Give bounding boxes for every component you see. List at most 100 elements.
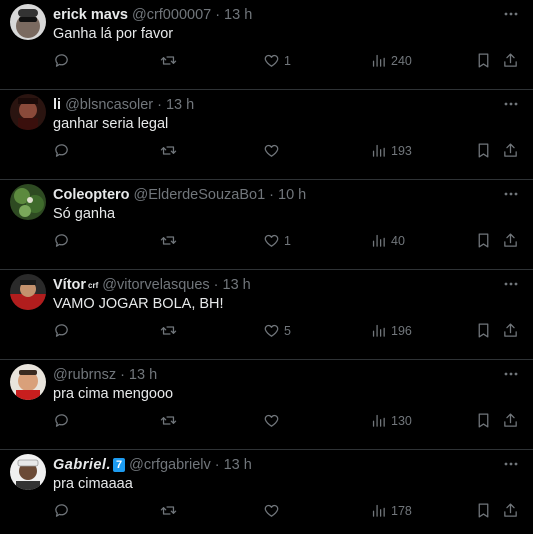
timestamp[interactable]: 13 h [224, 457, 252, 473]
retweet-button[interactable] [160, 502, 177, 519]
bookmark-icon [478, 413, 489, 428]
timestamp[interactable]: 13 h [223, 277, 251, 293]
like-button[interactable]: 5 [263, 322, 291, 339]
display-name[interactable]: erick mavs [53, 7, 128, 23]
timestamp[interactable]: 13 h [166, 97, 194, 113]
share-button[interactable] [502, 502, 519, 519]
views-button[interactable]: 40 [370, 232, 405, 249]
user-handle[interactable]: @rubrnsz [53, 367, 116, 383]
bookmark-button[interactable] [475, 142, 492, 159]
avatar[interactable] [10, 274, 46, 310]
retweet-button[interactable] [160, 412, 177, 429]
retweet-icon [160, 506, 177, 515]
views-button[interactable]: 196 [370, 322, 412, 339]
reply-icon [55, 504, 68, 517]
bookmark-button[interactable] [475, 232, 492, 249]
display-name[interactable]: Coleoptero [53, 187, 130, 203]
share-icon [504, 323, 517, 337]
heart-icon [264, 54, 279, 67]
views-button[interactable]: 193 [370, 142, 412, 159]
retweet-button[interactable] [160, 322, 177, 339]
avatar[interactable] [10, 94, 46, 130]
avatar[interactable] [10, 4, 46, 40]
reply-button[interactable] [53, 52, 70, 69]
share-button[interactable] [502, 142, 519, 159]
tweet-header: @rubrnsz · 13 h [53, 365, 493, 385]
timestamp[interactable]: 13 h [224, 7, 252, 23]
avatar[interactable] [10, 454, 46, 490]
bookmark-button[interactable] [475, 52, 492, 69]
bookmark-button[interactable] [475, 502, 492, 519]
tweet[interactable]: erick mavs @crf000007 · 13 h Ganha lá po… [0, 0, 533, 90]
reply-button[interactable] [53, 502, 70, 519]
like-button[interactable]: 1 [263, 232, 291, 249]
retweet-button[interactable] [160, 52, 177, 69]
timestamp[interactable]: 13 h [129, 367, 157, 383]
tweet[interactable]: Vítor crf @vitorvelasques · 13 h VAMO JO… [0, 270, 533, 360]
user-handle[interactable]: @crfgabrielv [129, 457, 211, 473]
retweet-button[interactable] [160, 232, 177, 249]
bookmark-button[interactable] [475, 322, 492, 339]
user-handle[interactable]: @blsncasoler [65, 97, 153, 113]
views-button[interactable]: 240 [370, 52, 412, 69]
like-button[interactable] [263, 142, 284, 159]
views-icon [372, 54, 385, 67]
share-icon [504, 503, 517, 517]
user-handle[interactable]: @crf000007 [132, 7, 211, 23]
tweet-header: Gabriel. 7 @crfgabrielv · 13 h [53, 455, 493, 475]
more-icon[interactable] [503, 6, 519, 22]
retweet-button[interactable] [160, 142, 177, 159]
display-name[interactable]: Gabriel. [53, 457, 111, 473]
more-icon[interactable] [503, 366, 519, 382]
reply-icon [55, 324, 68, 337]
views-button[interactable]: 178 [370, 502, 412, 519]
like-button[interactable]: 1 [263, 52, 291, 69]
share-button[interactable] [502, 52, 519, 69]
separator-dot: · [269, 187, 274, 203]
tweet-actions: 1 240 [0, 52, 533, 74]
more-icon[interactable] [503, 186, 519, 202]
like-button[interactable] [263, 502, 284, 519]
tweet-text: pra cima mengooo [53, 386, 174, 402]
like-button[interactable] [263, 412, 284, 429]
display-name[interactable]: li [53, 97, 61, 113]
tweet[interactable]: Coleoptero @ElderdeSouzaBo1 · 10 h Só ga… [0, 180, 533, 270]
views-icon [372, 324, 385, 337]
tweet-text: VAMO JOGAR BOLA, BH! [53, 296, 224, 312]
reply-button[interactable] [53, 142, 70, 159]
tweet-actions: 1 40 [0, 232, 533, 254]
share-icon [504, 233, 517, 247]
separator-dot: · [120, 367, 125, 383]
tweet-header: Coleoptero @ElderdeSouzaBo1 · 10 h [53, 185, 493, 205]
tweet[interactable]: @rubrnsz · 13 h pra cima mengooo 130 [0, 360, 533, 450]
avatar[interactable] [10, 184, 46, 220]
share-icon [504, 53, 517, 67]
share-button[interactable] [502, 322, 519, 339]
share-button[interactable] [502, 412, 519, 429]
views-button[interactable]: 130 [370, 412, 412, 429]
share-icon [504, 143, 517, 157]
reply-button[interactable] [53, 322, 70, 339]
avatar[interactable] [10, 364, 46, 400]
share-button[interactable] [502, 232, 519, 249]
view-count: 178 [391, 503, 412, 518]
user-handle[interactable]: @ElderdeSouzaBo1 [134, 187, 266, 203]
bookmark-button[interactable] [475, 412, 492, 429]
more-icon[interactable] [503, 456, 519, 472]
views-icon [372, 414, 385, 427]
more-icon[interactable] [503, 276, 519, 292]
tweet[interactable]: Gabriel. 7 @crfgabrielv · 13 h pra cimaa… [0, 450, 533, 534]
more-icon[interactable] [503, 96, 519, 112]
tweet[interactable]: li @blsncasoler · 13 h ganhar seria lega… [0, 90, 533, 180]
heart-icon [264, 324, 279, 337]
reply-button[interactable] [53, 412, 70, 429]
views-icon [372, 234, 385, 247]
heart-icon [264, 414, 279, 427]
reply-button[interactable] [53, 232, 70, 249]
display-name[interactable]: Vítor [53, 277, 86, 293]
view-count: 130 [391, 413, 412, 428]
reply-icon [55, 144, 68, 157]
user-handle[interactable]: @vitorvelasques [102, 277, 209, 293]
tweet-text: Ganha lá por favor [53, 26, 174, 42]
timestamp[interactable]: 10 h [278, 187, 306, 203]
